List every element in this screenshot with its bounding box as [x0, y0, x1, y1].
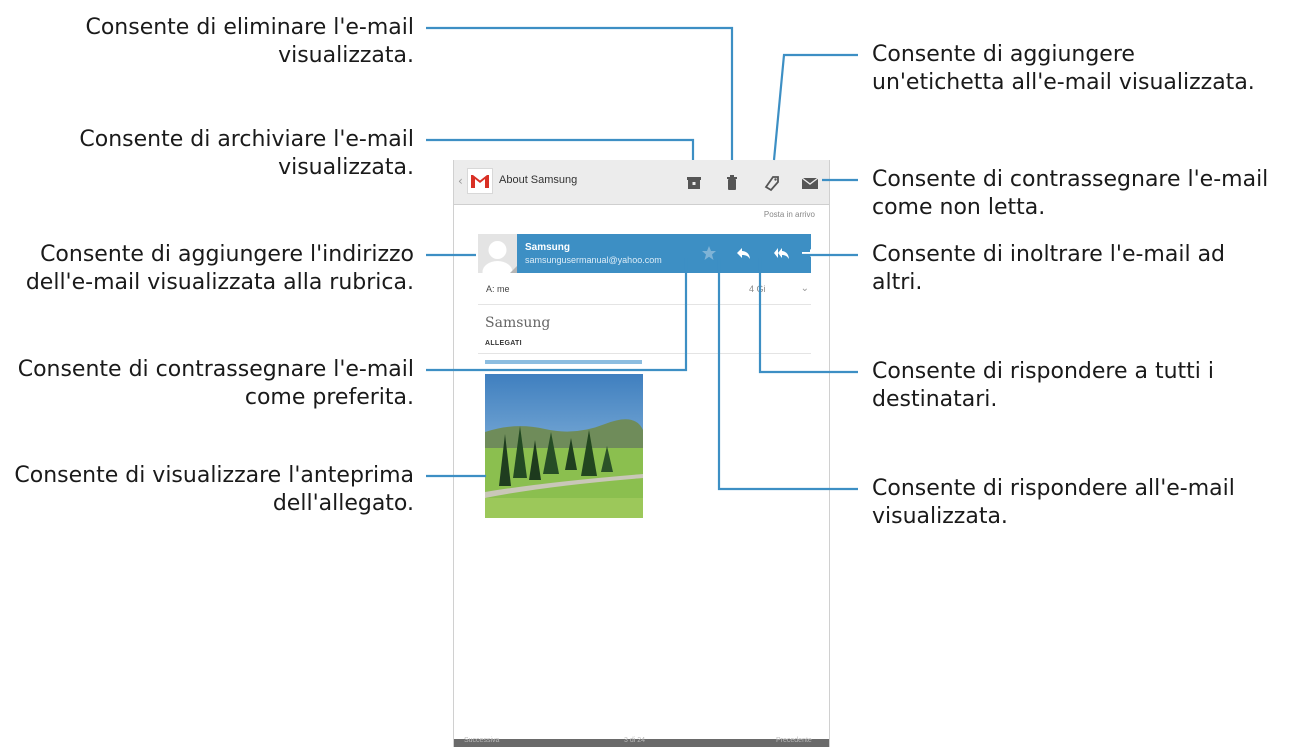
annotation-text: Consente di rispondere a tutti i [872, 359, 1215, 384]
annotation-text: Consente di aggiungere [872, 42, 1135, 67]
annotation-text: visualizzata. [872, 504, 1008, 529]
divider [478, 353, 811, 354]
annotation-text: visualizzata. [278, 155, 414, 180]
annotation-text: Consente di eliminare l'e-mail [85, 15, 414, 40]
email-date: 4 Gi [749, 284, 766, 294]
annotation-text: Consente di contrassegnare l'e-mail [872, 167, 1269, 192]
annotation-text: Consente di inoltrare l'e-mail ad [872, 242, 1226, 267]
attachments-label: ALLEGATI [485, 340, 522, 347]
gmail-logo-icon[interactable] [467, 168, 493, 194]
sender-name: Samsung [525, 242, 571, 253]
annotation-text: come preferita. [244, 385, 414, 410]
recipient-label: A: me [486, 284, 510, 294]
leader-archive [426, 138, 695, 160]
attachment-thumbnail[interactable] [485, 374, 643, 518]
annotation-archive: Consente di archiviare l'e-mail visualiz… [79, 126, 414, 182]
annotation-forward: Consente di inoltrare l'e-mail ad altri. [872, 241, 1225, 297]
delete-icon[interactable] [721, 172, 743, 194]
email-subject-title: About Samsung [499, 174, 578, 186]
annotation-text: Consente di archiviare l'e-mail [79, 127, 414, 152]
sender-bar[interactable]: Samsung samsungusermanual@yahoo.com [478, 234, 815, 273]
email-subject: Samsung [485, 315, 551, 331]
archive-icon[interactable] [683, 172, 705, 194]
annotation-reply-all: Consente di rispondere a tutti i destina… [872, 358, 1214, 414]
annotation-text: altri. [872, 270, 923, 295]
annotation-text: Consente di visualizzare l'anteprima [14, 463, 414, 488]
avatar[interactable] [478, 234, 517, 273]
attachment-progress-bar [485, 360, 642, 364]
annotation-text: Consente di contrassegnare l'e-mail [17, 357, 414, 382]
annotation-text: un'etichetta all'e-mail visualizzata. [872, 70, 1255, 95]
mark-unread-icon[interactable] [799, 172, 821, 194]
leader-delete [426, 26, 734, 160]
annotation-delete: Consente di eliminare l'e-mail visualizz… [85, 14, 414, 70]
annotation-text: Consente di aggiungere l'indirizzo [40, 242, 414, 267]
email-screen: ‹ About Samsung Posta in arrivo Samsung [453, 160, 830, 747]
reply-icon[interactable] [735, 244, 753, 262]
previous-button[interactable]: Precedente [776, 737, 812, 744]
action-bar: ‹ About Samsung [454, 160, 829, 205]
leader-label [772, 53, 858, 161]
label-icon[interactable] [761, 172, 783, 194]
folder-label[interactable]: Posta in arrivo [764, 210, 815, 219]
annotation-add-contact: Consente di aggiungere l'indirizzo dell'… [26, 241, 414, 297]
annotation-preview: Consente di visualizzare l'anteprima del… [14, 462, 414, 518]
sender-email: samsungusermanual@yahoo.com [525, 255, 662, 265]
annotation-mark-unread: Consente di contrassegnare l'e-mail come… [872, 166, 1268, 222]
annotation-text: dell'allegato. [272, 491, 414, 516]
annotation-text: destinatari. [872, 387, 998, 412]
annotation-text: come non letta. [872, 195, 1046, 220]
annotation-reply: Consente di rispondere all'e-mail visual… [872, 475, 1235, 531]
chevron-down-icon[interactable]: ⌄ [801, 283, 809, 294]
annotation-text: dell'e-mail visualizzata alla rubrica. [25, 270, 414, 295]
annotation-text: Consente di rispondere all'e-mail [872, 476, 1235, 501]
annotation-star: Consente di contrassegnare l'e-mail come… [18, 356, 414, 412]
back-chevron-icon[interactable]: ‹ [458, 174, 463, 188]
recipient-row[interactable]: A: me 4 Gi ⌄ [478, 276, 811, 305]
reply-all-icon[interactable] [773, 244, 791, 262]
annotation-label: Consente di aggiungere un'etichetta all'… [872, 41, 1255, 97]
annotation-text: visualizzata. [278, 43, 414, 68]
next-button[interactable]: Successiva [464, 737, 499, 744]
email-count: 3 di 24 [624, 737, 646, 744]
star-icon[interactable] [700, 244, 718, 262]
forward-icon[interactable] [800, 244, 818, 262]
bottom-navigation-bar: Successiva 3 di 24 Precedente [454, 737, 829, 747]
